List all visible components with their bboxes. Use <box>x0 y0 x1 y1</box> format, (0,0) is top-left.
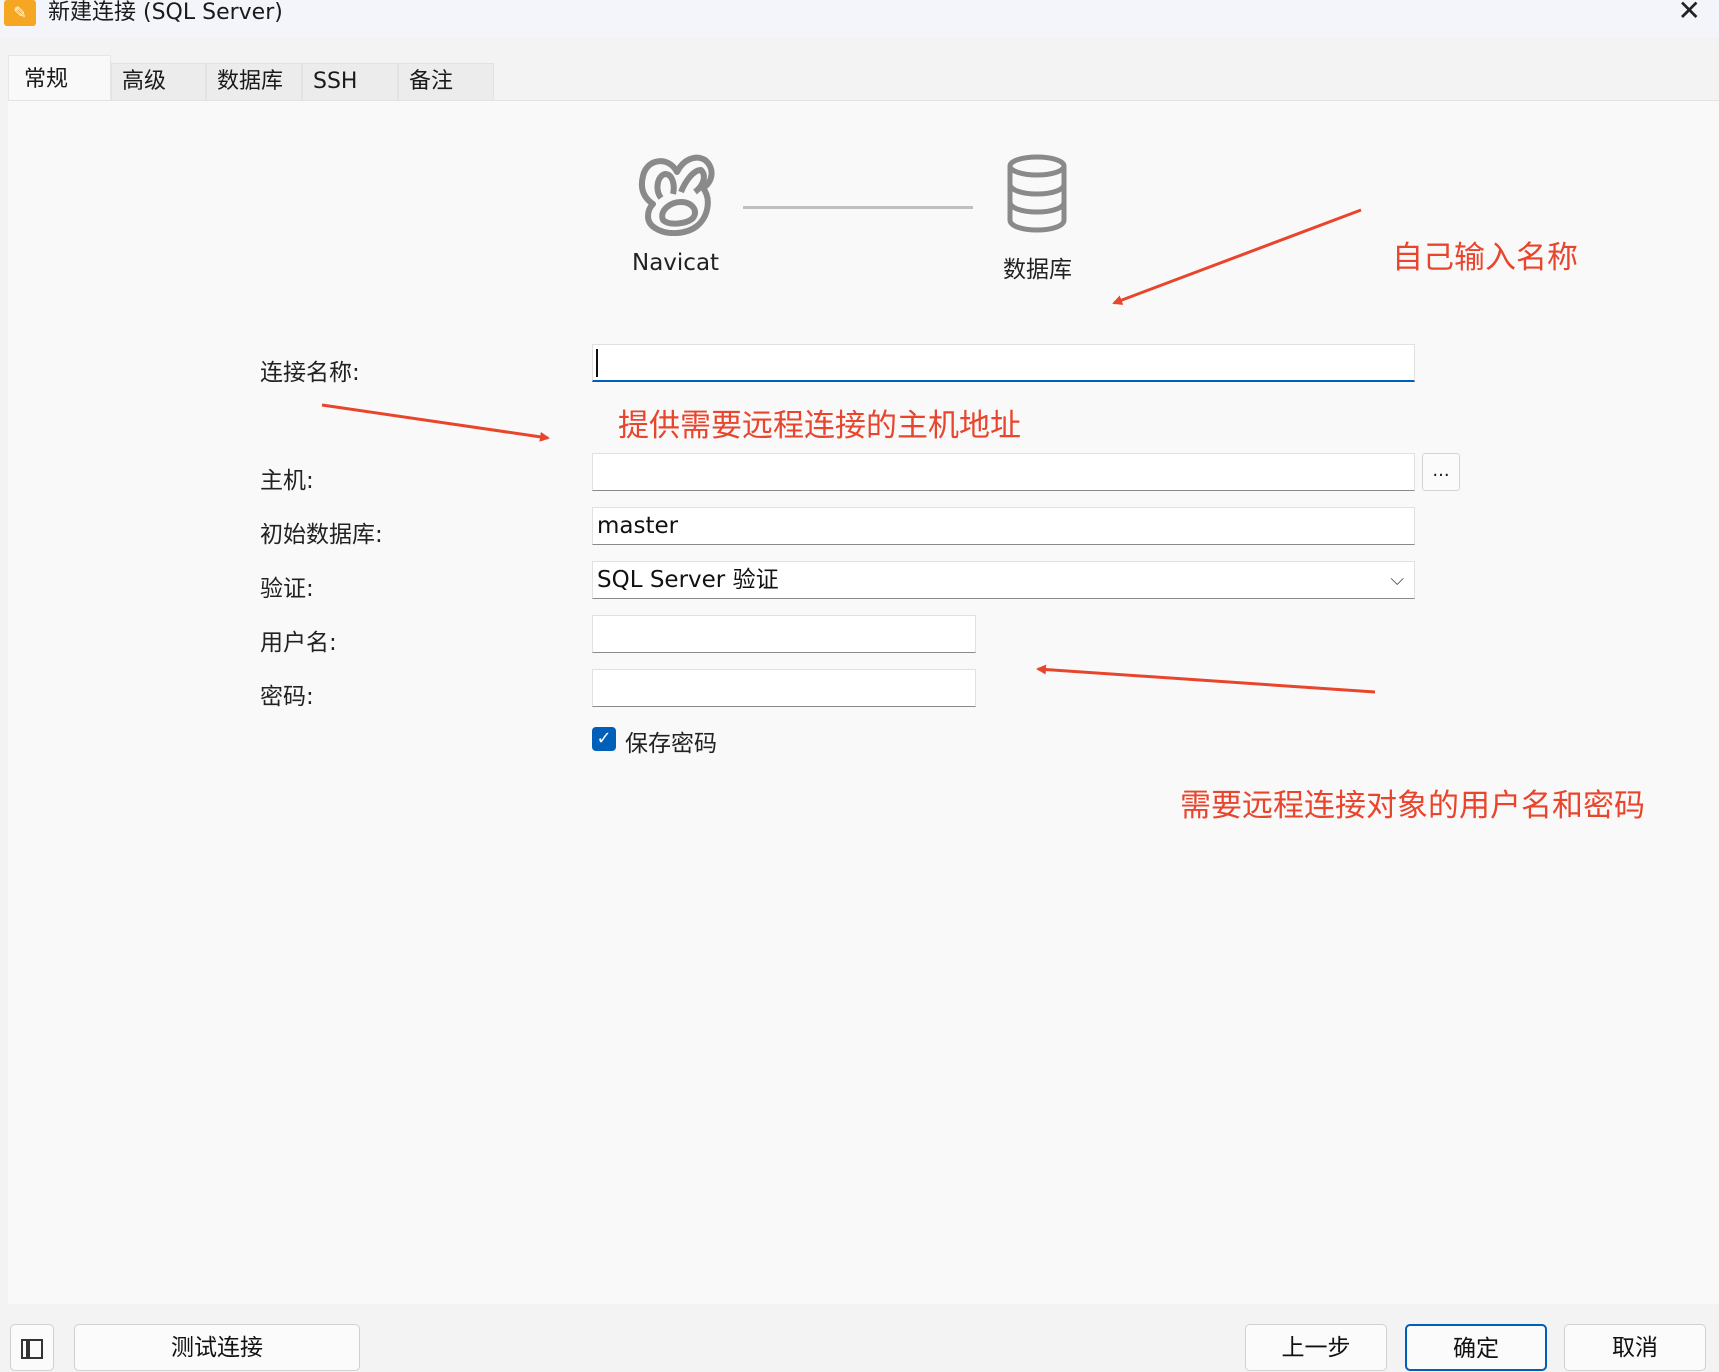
initial-db-label: 初始数据库: <box>260 522 383 548</box>
connection-name-input[interactable] <box>592 344 1415 382</box>
sidebar-toggle-icon[interactable] <box>10 1324 54 1371</box>
host-label: 主机: <box>260 468 314 494</box>
chevron-down-icon: ⌵ <box>1390 569 1404 590</box>
password-label: 密码: <box>260 684 314 710</box>
navicat-app-icon: ✎ <box>4 0 36 26</box>
window-title: 新建连接 (SQL Server) <box>48 0 283 25</box>
connection-diagram: Navicat 数据库 <box>620 150 1080 290</box>
test-connection-button[interactable]: 测试连接 <box>74 1324 360 1371</box>
back-button[interactable]: 上一步 <box>1245 1324 1387 1371</box>
auth-select[interactable]: SQL Server 验证 ⌵ <box>592 561 1415 599</box>
annotation-credentials-hint: 需要远程连接对象的用户名和密码 <box>1180 788 1645 824</box>
footer-bar: 测试连接 上一步 确定 取消 <box>0 1304 1719 1371</box>
auth-value: SQL Server 验证 <box>597 567 779 593</box>
tab-notes[interactable]: 备注 <box>398 63 494 101</box>
host-browse-button[interactable]: ... <box>1422 453 1460 491</box>
initial-db-input[interactable]: master <box>592 507 1415 545</box>
initial-db-value: master <box>597 513 679 539</box>
annotation-host-hint: 提供需要远程连接的主机地址 <box>618 408 1021 444</box>
text-cursor <box>596 349 598 377</box>
connector-line <box>743 206 973 209</box>
database-caption: 数据库 <box>1003 257 1072 283</box>
cancel-button[interactable]: 取消 <box>1564 1324 1706 1371</box>
navicat-caption: Navicat <box>632 250 720 276</box>
username-label: 用户名: <box>260 630 337 656</box>
password-input[interactable] <box>592 669 976 707</box>
username-input[interactable] <box>592 615 976 653</box>
save-password-checkbox[interactable]: ✓ <box>592 727 616 751</box>
tab-database[interactable]: 数据库 <box>206 63 302 101</box>
host-input[interactable] <box>592 453 1415 491</box>
tab-ssh[interactable]: SSH <box>302 63 398 101</box>
connection-name-label: 连接名称: <box>260 360 360 386</box>
close-icon[interactable]: ✕ <box>1678 0 1701 26</box>
tab-advanced[interactable]: 高级 <box>111 63 206 101</box>
ok-button[interactable]: 确定 <box>1405 1324 1547 1371</box>
auth-label: 验证: <box>260 576 314 602</box>
checkmark-icon: ✓ <box>596 728 612 749</box>
tab-general[interactable]: 常规 <box>8 55 111 101</box>
save-password-label: 保存密码 <box>625 731 717 757</box>
annotation-name-hint: 自己输入名称 <box>1392 240 1578 276</box>
title-bar: ✎ 新建连接 (SQL Server) ✕ <box>0 0 1719 38</box>
navicat-logo-icon <box>639 154 715 236</box>
database-icon <box>1007 154 1067 233</box>
